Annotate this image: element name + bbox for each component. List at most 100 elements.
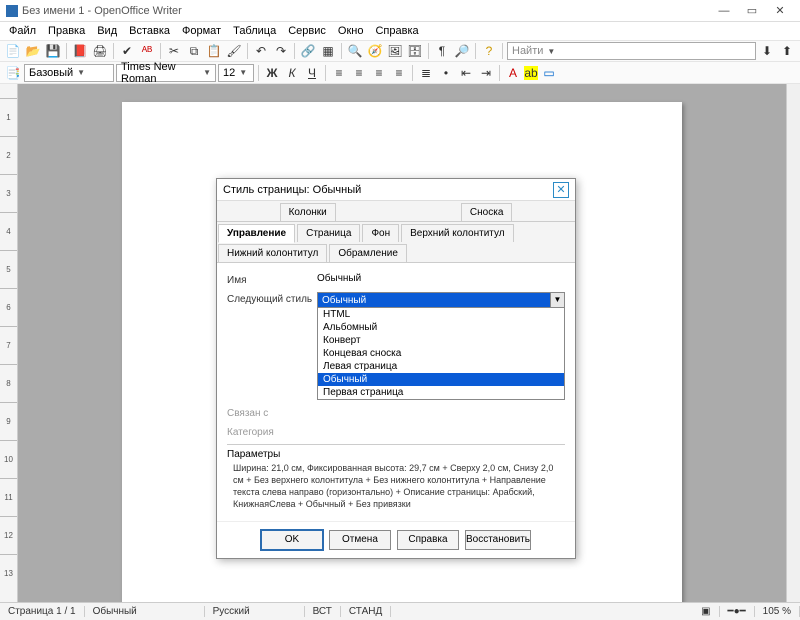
format-paint-icon[interactable]: 🖌: [225, 42, 243, 60]
status-insert-mode[interactable]: ВСТ: [305, 606, 341, 617]
label-name: Имя: [227, 273, 317, 286]
separator: [325, 65, 326, 81]
table-icon[interactable]: ▦: [319, 42, 337, 60]
menu-window[interactable]: Окно: [333, 24, 369, 38]
find-next-icon[interactable]: ⬇: [758, 42, 776, 60]
menu-edit[interactable]: Правка: [43, 24, 90, 38]
option-landscape[interactable]: Альбомный: [318, 321, 564, 334]
numbered-list-icon[interactable]: ≣: [417, 64, 435, 82]
paste-icon[interactable]: 📋: [205, 42, 223, 60]
menu-format[interactable]: Формат: [177, 24, 226, 38]
cut-icon[interactable]: ✂: [165, 42, 183, 60]
next-style-input[interactable]: [318, 293, 550, 307]
minimize-button[interactable]: —: [710, 5, 738, 17]
help-icon[interactable]: ?: [480, 42, 498, 60]
spellcheck-icon[interactable]: ✔: [118, 42, 136, 60]
separator: [341, 43, 342, 59]
reset-button[interactable]: Восстановить: [465, 530, 531, 550]
dialog-body: Имя Обычный Следующий стиль ▼ HTML Альбо…: [217, 263, 575, 521]
align-right-icon[interactable]: ≡: [370, 64, 388, 82]
tab-borders[interactable]: Обрамление: [329, 244, 407, 262]
find-input[interactable]: Найти ▼: [507, 42, 756, 60]
option-left-page[interactable]: Левая страница: [318, 360, 564, 373]
dialog-title: Стиль страницы: Обычный: [223, 184, 553, 196]
status-zoom-slider[interactable]: ━●━: [720, 606, 755, 617]
tab-background[interactable]: Фон: [362, 224, 399, 242]
zoom-icon[interactable]: 🔎: [453, 42, 471, 60]
bg-color-icon[interactable]: ▭: [540, 64, 558, 82]
indent-increase-icon[interactable]: ⇥: [477, 64, 495, 82]
dialog-titlebar[interactable]: Стиль страницы: Обычный ✕: [217, 179, 575, 201]
status-style[interactable]: Обычный: [85, 606, 205, 617]
chevron-down-icon: ▼: [239, 68, 247, 77]
cancel-button[interactable]: Отмена: [329, 530, 391, 550]
vertical-scrollbar[interactable]: [786, 84, 800, 602]
tab-page[interactable]: Страница: [297, 224, 360, 242]
next-style-combo[interactable]: ▼: [317, 292, 565, 308]
maximize-button[interactable]: ▭: [738, 4, 766, 17]
indent-decrease-icon[interactable]: ⇤: [457, 64, 475, 82]
export-pdf-icon[interactable]: 📕: [71, 42, 89, 60]
vertical-ruler[interactable]: 12345678910111213: [0, 84, 18, 602]
status-zoom[interactable]: 105 %: [755, 606, 800, 617]
separator: [258, 65, 259, 81]
underline-button[interactable]: Ч: [303, 64, 321, 82]
tab-header[interactable]: Верхний колонтитул: [401, 224, 514, 242]
option-first-page[interactable]: Первая страница: [318, 386, 564, 399]
datasource-icon[interactable]: 🗄: [406, 42, 424, 60]
highlight-icon[interactable]: ab: [524, 66, 538, 80]
font-size-combo[interactable]: 12▼: [218, 64, 254, 82]
menu-bar: Файл Правка Вид Вставка Формат Таблица С…: [0, 22, 800, 40]
font-color-icon[interactable]: A: [504, 64, 522, 82]
option-envelope[interactable]: Конверт: [318, 334, 564, 347]
hyperlink-icon[interactable]: 🔗: [299, 42, 317, 60]
chevron-down-icon[interactable]: ▼: [550, 293, 564, 307]
navigator-icon[interactable]: 🧭: [366, 42, 384, 60]
new-icon[interactable]: 📄: [4, 42, 22, 60]
styles-icon[interactable]: 📑: [4, 64, 22, 82]
find-prev-icon[interactable]: ⬆: [778, 42, 796, 60]
italic-button[interactable]: К: [283, 64, 301, 82]
status-selection-mode[interactable]: СТАНД: [341, 606, 391, 617]
save-icon[interactable]: 💾: [44, 42, 62, 60]
name-value: Обычный: [317, 273, 565, 284]
option-html[interactable]: HTML: [318, 308, 564, 321]
bullet-list-icon[interactable]: •: [437, 64, 455, 82]
menu-help[interactable]: Справка: [370, 24, 423, 38]
gallery-icon[interactable]: 🖼: [386, 42, 404, 60]
tab-columns[interactable]: Колонки: [280, 203, 336, 221]
option-default[interactable]: Обычный: [318, 373, 564, 386]
tab-footer[interactable]: Нижний колонтитул: [218, 244, 327, 262]
dialog-close-button[interactable]: ✕: [553, 182, 569, 198]
nonprinting-icon[interactable]: ¶: [433, 42, 451, 60]
undo-icon[interactable]: ↶: [252, 42, 270, 60]
menu-table[interactable]: Таблица: [228, 24, 281, 38]
align-justify-icon[interactable]: ≡: [390, 64, 408, 82]
menu-view[interactable]: Вид: [92, 24, 122, 38]
menu-tools[interactable]: Сервис: [283, 24, 331, 38]
copy-icon[interactable]: ⧉: [185, 42, 203, 60]
dialog-tabs-row2: Управление Страница Фон Верхний колонтит…: [217, 222, 575, 263]
parameters-text: Ширина: 21,0 см, Фиксированная высота: 2…: [227, 462, 565, 511]
separator: [66, 43, 67, 59]
option-endnote[interactable]: Концевая сноска: [318, 347, 564, 360]
align-left-icon[interactable]: ≡: [330, 64, 348, 82]
print-icon[interactable]: 🖨: [91, 42, 109, 60]
ok-button[interactable]: OK: [261, 530, 323, 550]
find-icon[interactable]: 🔍: [346, 42, 364, 60]
align-center-icon[interactable]: ≡: [350, 64, 368, 82]
tab-organizer[interactable]: Управление: [218, 224, 295, 243]
paragraph-style-combo[interactable]: Базовый▼: [24, 64, 114, 82]
bold-button[interactable]: Ж: [263, 64, 281, 82]
close-button[interactable]: ✕: [766, 4, 794, 17]
open-icon[interactable]: 📂: [24, 42, 42, 60]
menu-insert[interactable]: Вставка: [124, 24, 175, 38]
font-name-combo[interactable]: Times New Roman▼: [116, 64, 216, 82]
autospell-icon[interactable]: ᴬᴮ: [138, 42, 156, 60]
menu-file[interactable]: Файл: [4, 24, 41, 38]
help-button[interactable]: Справка: [397, 530, 459, 550]
status-view-icon[interactable]: ▣: [693, 606, 719, 617]
tab-footnote[interactable]: Сноска: [461, 203, 512, 221]
redo-icon[interactable]: ↷: [272, 42, 290, 60]
status-language[interactable]: Русский: [205, 606, 305, 617]
